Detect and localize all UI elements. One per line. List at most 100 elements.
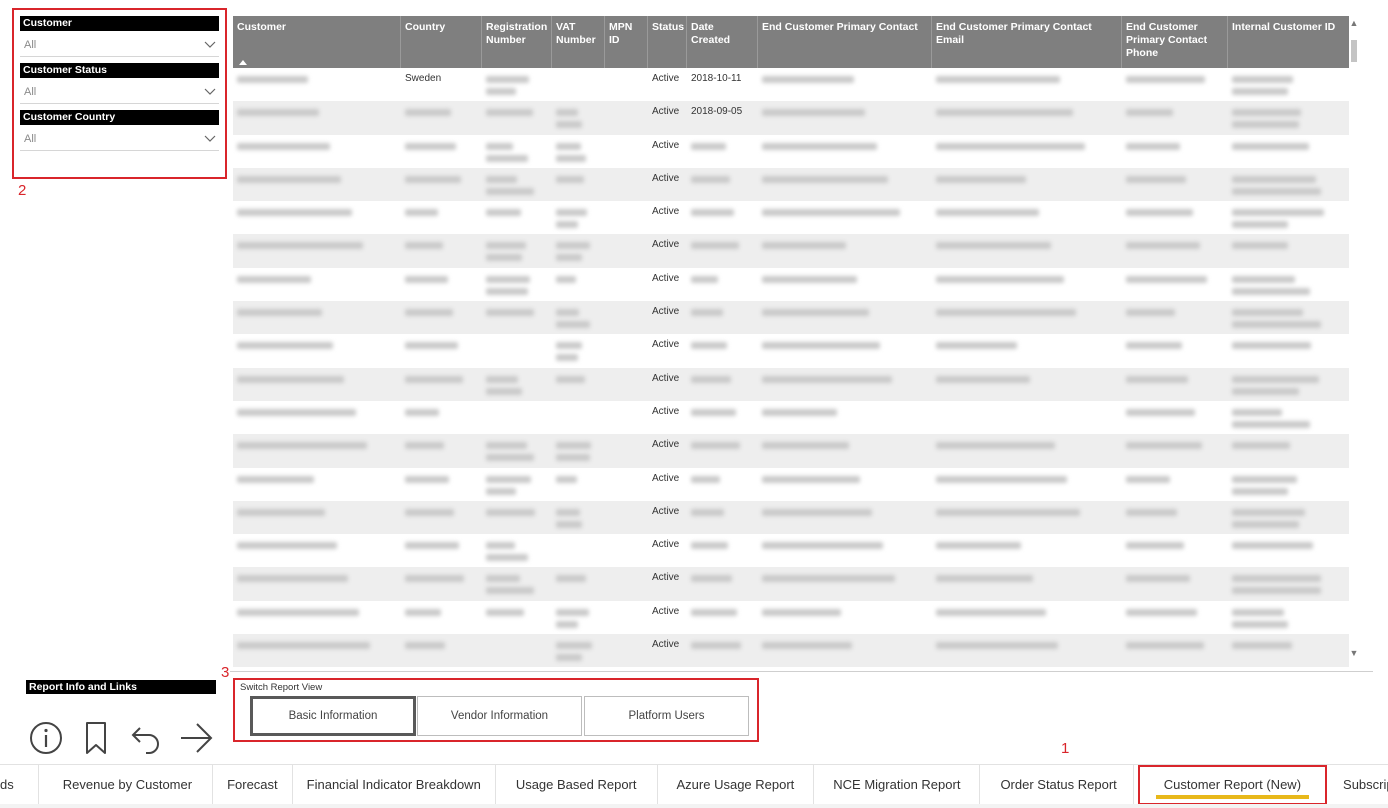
- table-cell: [758, 634, 932, 667]
- scroll-thumb[interactable]: [1351, 40, 1357, 62]
- tab-customer-report-new[interactable]: Customer Report (New): [1137, 764, 1328, 805]
- table-row[interactable]: Active: [233, 468, 1349, 501]
- table-row[interactable]: Active 2018-09-05: [233, 101, 1349, 135]
- table-row[interactable]: Active: [233, 167, 1349, 202]
- column-header-vat-number[interactable]: VAT Number: [552, 16, 605, 68]
- table-cell: [932, 101, 1122, 134]
- tab-subscription-report[interactable]: Subscription Report: [1327, 765, 1388, 805]
- callout-2: 2: [18, 182, 27, 199]
- table-cell: 2018-09-05: [691, 106, 743, 118]
- table-cell: [758, 68, 932, 101]
- tab-revenue-by-customer[interactable]: Revenue by Customer: [39, 764, 214, 805]
- table-row[interactable]: Active: [233, 634, 1349, 668]
- tab-nce-migration-report[interactable]: NCE Migration Report: [814, 764, 981, 805]
- table-cell: [1228, 68, 1349, 101]
- table-row[interactable]: Active: [233, 367, 1349, 401]
- chevron-down-icon: [204, 88, 216, 95]
- table-cell: [605, 334, 648, 367]
- table-cell: Active: [652, 505, 680, 517]
- table-row[interactable]: Active: [233, 201, 1349, 234]
- tab-financial-indicator-breakdown[interactable]: Financial Indicator Breakdown: [293, 764, 496, 805]
- table-cell: [1122, 468, 1228, 501]
- table-cell: [932, 68, 1122, 101]
- table-cell: [552, 68, 605, 101]
- table-cell: [932, 168, 1122, 201]
- back-arrow-icon[interactable]: [128, 720, 164, 756]
- customer-country-slicer-title: Customer Country: [20, 110, 219, 125]
- table-cell: [552, 634, 605, 667]
- column-header-primary-contact-email[interactable]: End Customer Primary Contact Email: [932, 16, 1122, 68]
- column-header-status[interactable]: Status: [648, 16, 687, 68]
- table-cell: Active: [652, 605, 680, 617]
- tab-partial[interactable]: ds: [0, 764, 39, 805]
- table-cell: [482, 68, 552, 101]
- scroll-up-icon[interactable]: ▲: [1349, 18, 1359, 28]
- column-header-primary-contact[interactable]: End Customer Primary Contact: [758, 16, 932, 68]
- column-header-date-created[interactable]: Date Created: [687, 16, 758, 68]
- column-header-internal-customer-id[interactable]: Internal Customer ID: [1228, 16, 1349, 68]
- column-header-registration-number[interactable]: Registration Number: [482, 16, 552, 68]
- tab-order-status-report[interactable]: Order Status Report: [980, 764, 1134, 805]
- table-cell: [1228, 468, 1349, 501]
- bookmark-icon[interactable]: [78, 720, 114, 756]
- table-row[interactable]: Active: [233, 534, 1349, 567]
- table-row[interactable]: Active: [233, 301, 1349, 335]
- table-cell: [401, 201, 482, 234]
- filters-panel: Customer All Customer Status All Custome…: [12, 8, 227, 179]
- table-cell: [1122, 201, 1228, 234]
- active-tab-indicator: [1155, 794, 1310, 799]
- table-cell: [482, 268, 552, 301]
- table-cell: [605, 601, 648, 634]
- table-cell: [482, 301, 552, 334]
- vendor-information-button[interactable]: Vendor Information: [417, 696, 582, 736]
- report-info-title: Report Info and Links: [26, 680, 216, 694]
- table-row[interactable]: Active: [233, 567, 1349, 601]
- table-row[interactable]: Active: [233, 500, 1349, 535]
- tab-usage-based-report[interactable]: Usage Based Report: [496, 764, 658, 805]
- column-header-mpn-id[interactable]: MPN ID: [605, 16, 648, 68]
- table-cell: [1122, 434, 1228, 467]
- customer-status-dropdown[interactable]: All: [20, 80, 219, 104]
- forward-arrow-icon[interactable]: [178, 720, 214, 756]
- table-row[interactable]: Sweden Active 2018-10-11: [233, 68, 1349, 101]
- table-row[interactable]: Active: [233, 135, 1349, 168]
- table-row[interactable]: Active: [233, 268, 1349, 301]
- table-cell: Sweden: [405, 73, 442, 84]
- column-header-country[interactable]: Country: [401, 16, 482, 68]
- table-cell: [1228, 135, 1349, 168]
- table-cell: [1122, 68, 1228, 101]
- table-cell: [758, 468, 932, 501]
- table-cell: [1228, 168, 1349, 201]
- scroll-down-icon[interactable]: ▼: [1349, 648, 1359, 658]
- table-cell: [758, 601, 932, 634]
- table-cell: [482, 567, 552, 600]
- table-cell: [932, 268, 1122, 301]
- customer-country-dropdown[interactable]: All: [20, 127, 219, 151]
- vertical-scrollbar[interactable]: ▲ ▼: [1349, 18, 1359, 658]
- table-cell: [758, 168, 932, 201]
- basic-information-button[interactable]: Basic Information: [250, 696, 416, 736]
- table-row[interactable]: Active: [233, 434, 1349, 468]
- table-row[interactable]: Active: [233, 334, 1349, 367]
- table-cell: [552, 567, 605, 600]
- customer-dropdown[interactable]: All: [20, 33, 219, 57]
- table-cell: [758, 567, 932, 600]
- column-header-primary-contact-phone[interactable]: End Customer Primary Contact Phone: [1122, 16, 1228, 68]
- table-cell: Active: [652, 139, 680, 151]
- table-cell: [932, 368, 1122, 401]
- platform-users-button[interactable]: Platform Users: [584, 696, 749, 736]
- table-row[interactable]: Active: [233, 401, 1349, 434]
- table-row[interactable]: Active: [233, 601, 1349, 634]
- table-cell: [932, 301, 1122, 334]
- info-icon[interactable]: [28, 720, 64, 756]
- tab-forecast[interactable]: Forecast: [213, 764, 293, 805]
- table-cell: [233, 268, 401, 301]
- table-cell: Active: [652, 572, 680, 584]
- table-cell: Active: [652, 172, 680, 184]
- table-row[interactable]: Active: [233, 234, 1349, 268]
- table-body: Sweden Active 2018-10-11 Active 2018-09-05 Ac…: [233, 68, 1349, 668]
- column-header-customer[interactable]: Customer: [233, 16, 401, 68]
- table-cell: [552, 434, 605, 467]
- tab-azure-usage-report[interactable]: Azure Usage Report: [658, 764, 815, 805]
- table-cell: [233, 601, 401, 634]
